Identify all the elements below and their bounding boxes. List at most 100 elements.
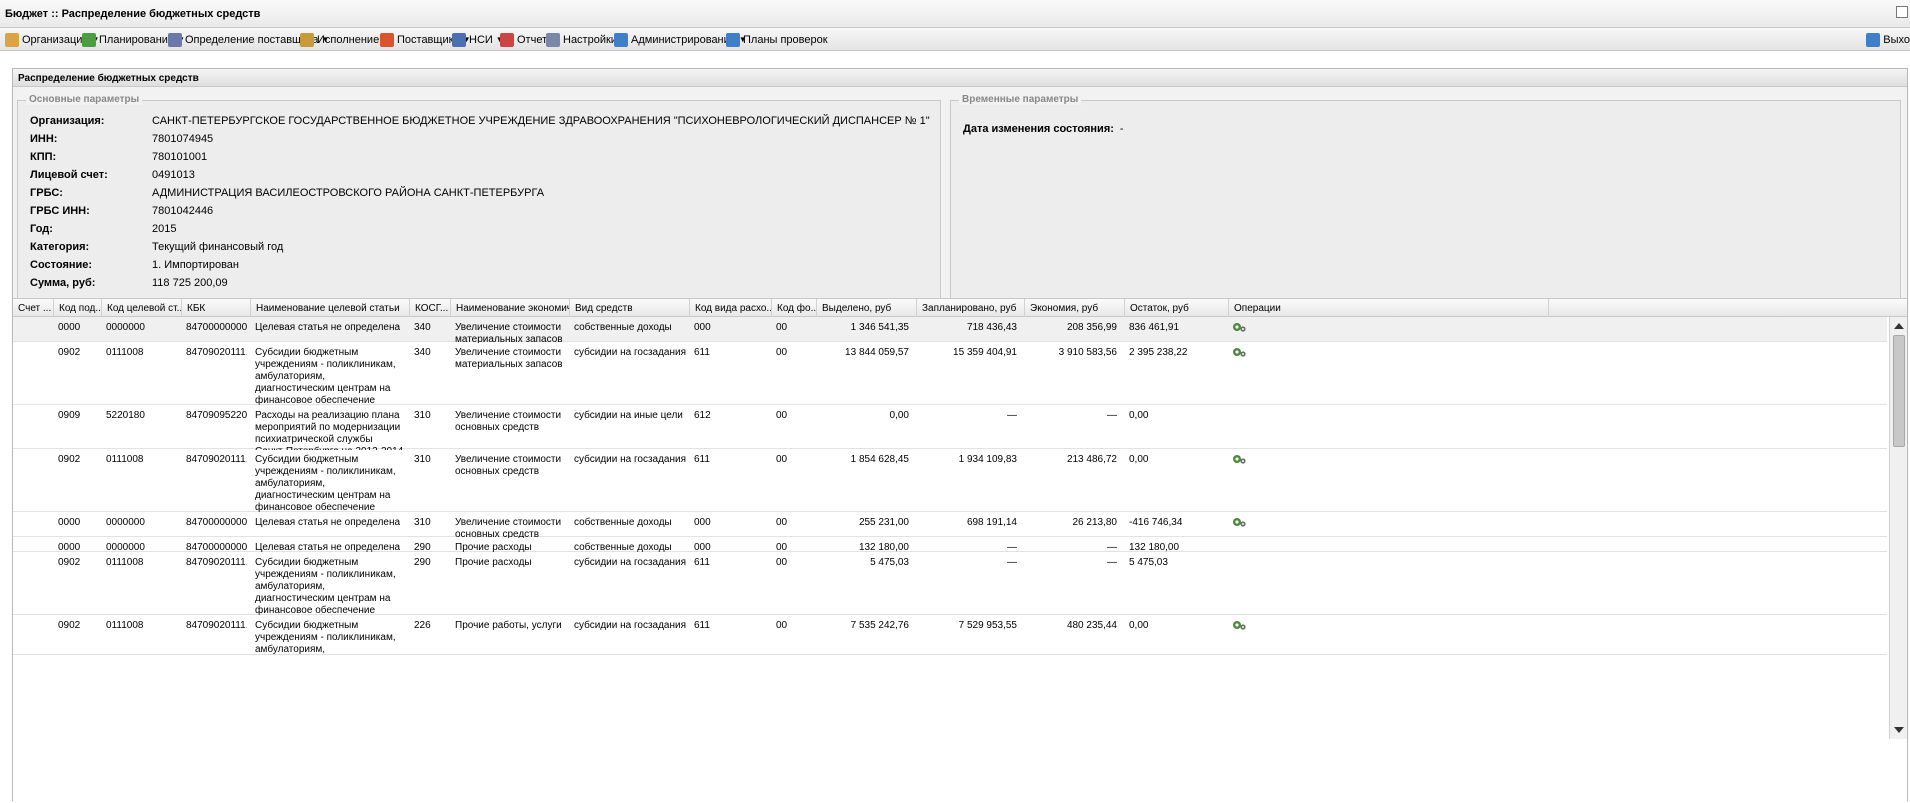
gear-icon[interactable] <box>1232 346 1246 358</box>
menu-item-5[interactable]: НСИ▼ <box>452 31 504 48</box>
cell-alloc: 1 346 541,35 <box>850 322 909 333</box>
column-header[interactable]: Код фо... <box>772 299 817 317</box>
cell-kvr: 000 <box>694 322 711 333</box>
cell-kvr: 611 <box>694 557 710 568</box>
cell-plan: — <box>1007 557 1017 568</box>
exit-button[interactable]: Выхо <box>1866 31 1910 48</box>
cell-name: Целевая статья не определена <box>255 517 401 528</box>
cell-kvr: 612 <box>694 410 711 421</box>
cell-podr: 0909 <box>58 410 81 421</box>
menu-item-9[interactable]: Планы проверок <box>726 31 828 48</box>
cell-kcs: 0111008 <box>106 454 144 465</box>
cell-vid: собственные доходы <box>574 322 672 333</box>
column-header[interactable]: Код вида расхо... <box>690 299 772 317</box>
table-row[interactable]: 0000000000084700000000...Целевая статья … <box>13 512 1887 538</box>
cell-kfo: 00 <box>776 620 788 631</box>
menu-item-3[interactable]: Исполнение▼ <box>300 31 390 48</box>
grid-header: Счет ... Код под... Код целевой ст... КБК На… <box>13 299 1907 317</box>
cell-alloc: 1 854 628,45 <box>850 454 909 465</box>
cell-kosgu: 310 <box>414 454 431 465</box>
gear-icon[interactable] <box>1232 516 1246 528</box>
cell-econ: Увеличение стоимости основных средств <box>455 517 562 538</box>
cell-kosgu: 310 <box>414 517 431 528</box>
user-icon <box>726 32 740 47</box>
cell-rest: 0,00 <box>1129 454 1149 465</box>
user-icon <box>614 32 628 47</box>
param-row: Сумма, руб: 118 725 200,09 <box>30 277 228 299</box>
exit-label: Выхо <box>1883 33 1910 46</box>
column-header[interactable]: Остаток, руб <box>1125 299 1229 317</box>
cell-alloc: 5 475,03 <box>870 557 909 568</box>
scroll-down-icon[interactable] <box>1894 727 1904 733</box>
cell-econ: Увеличение стоимости основных средств <box>455 410 562 433</box>
cell-econom: 480 235,44 <box>1066 620 1117 631</box>
cell-kcs: 0111008 <box>106 557 144 568</box>
scroll-thumb[interactable] <box>1893 335 1905 447</box>
column-header[interactable]: КБК <box>182 299 251 317</box>
table-row[interactable]: 0902 0111008 84709020111... Субсидии бюджет… <box>13 449 1887 513</box>
column-header[interactable]: Выделено, руб <box>817 299 917 317</box>
column-header[interactable]: Вид средств <box>570 299 690 317</box>
table-row[interactable]: 0902 0111008 84709020111... Субсидии бюджет… <box>13 552 1887 616</box>
gear-icon[interactable] <box>1232 453 1246 465</box>
cell-rest: 0,00 <box>1129 410 1149 421</box>
table-row[interactable]: 0909 5220180 84709095220... Расходы на реал… <box>13 405 1887 450</box>
column-header[interactable]: Операции <box>1229 299 1549 317</box>
cell-econom: 3 910 583,56 <box>1058 347 1117 358</box>
cell-podr: 0902 <box>58 557 81 568</box>
main-params-legend: Основные параметры <box>26 94 143 105</box>
menu-item-label: Настройки <box>563 33 617 46</box>
column-header[interactable]: КОСГ... <box>410 299 451 317</box>
book-icon <box>452 32 466 47</box>
allocation-grid: Счет ... Код под... Код целевой ст... КБК На… <box>13 298 1907 802</box>
cell-podr: 0902 <box>58 454 81 465</box>
column-header[interactable]: Наименование целевой статьи <box>251 299 410 317</box>
maximize-icon[interactable] <box>1896 6 1908 18</box>
table-row[interactable]: 0000000000084700000000...Целевая статья … <box>13 537 1887 553</box>
menu-item-label: Планирование <box>99 33 175 46</box>
cell-econom: 26 213,80 <box>1072 517 1118 528</box>
column-header[interactable]: Наименование экономич... <box>451 299 570 317</box>
column-header[interactable]: Счет ... <box>13 299 54 317</box>
param-label: Сумма, руб: <box>30 277 96 289</box>
cell-name: Субсидии бюджетным учреждениям - поликли… <box>255 454 396 513</box>
panel-title: Распределение бюджетных средств <box>18 73 199 84</box>
column-header[interactable]: Код целевой ст... <box>102 299 182 317</box>
menu-item-label: Планы проверок <box>743 33 828 46</box>
cell-kosgu: 340 <box>414 347 431 358</box>
menu-item-label: Определение поставщика <box>185 33 319 46</box>
cell-plan: 698 191,14 <box>966 517 1017 528</box>
cell-podr: 0000 <box>58 517 81 528</box>
cell-kvr: 000 <box>694 517 711 528</box>
cell-econom: — <box>1107 410 1117 421</box>
cell-kcs: 0000000 <box>106 517 145 528</box>
menu-item-label: Исполнение <box>317 33 380 46</box>
cell-econom: 208 356,99 <box>1066 322 1117 333</box>
table-row[interactable]: 0000000000084700000000...Целевая статья … <box>13 317 1887 343</box>
cell-rest: 5 475,03 <box>1129 557 1168 568</box>
state-change-date-value: - <box>1119 123 1124 135</box>
gear-icon[interactable] <box>1232 619 1246 631</box>
cell-podr: 0902 <box>58 620 81 631</box>
grid-scrollbar[interactable] <box>1889 317 1907 739</box>
column-header[interactable]: Запланировано, руб <box>917 299 1025 317</box>
cell-kbk: 84709020111... <box>186 347 247 358</box>
column-header[interactable]: Код под... <box>54 299 102 317</box>
cell-kosgu: 310 <box>414 410 431 421</box>
cell-vid: субсидии на госзадания <box>574 620 686 631</box>
param-value: 118 725 200,09 <box>152 277 228 289</box>
cell-rest: 0,00 <box>1129 620 1149 631</box>
cell-econom: 213 486,72 <box>1066 454 1117 465</box>
cell-econ: Прочие расходы <box>455 557 532 568</box>
menu-item-label: Администрирование <box>631 33 736 46</box>
gear-icon[interactable] <box>1232 321 1246 333</box>
table-row[interactable]: 0902 0111008 84709020111... Субсидии бюджет… <box>13 342 1887 406</box>
state-change-date-label: Дата изменения состояния: <box>963 123 1114 135</box>
scroll-up-icon[interactable] <box>1894 323 1904 329</box>
cell-kvr: 611 <box>694 620 710 631</box>
table-row[interactable]: 0902 0111008 84709020111... Субсидии бюджет… <box>13 615 1887 655</box>
cell-kcs: 0000000 <box>106 322 145 333</box>
cell-kvr: 611 <box>694 454 710 465</box>
cell-econ: Увеличение стоимости материальных запасо… <box>455 322 563 343</box>
column-header[interactable]: Экономия, руб <box>1025 299 1125 317</box>
